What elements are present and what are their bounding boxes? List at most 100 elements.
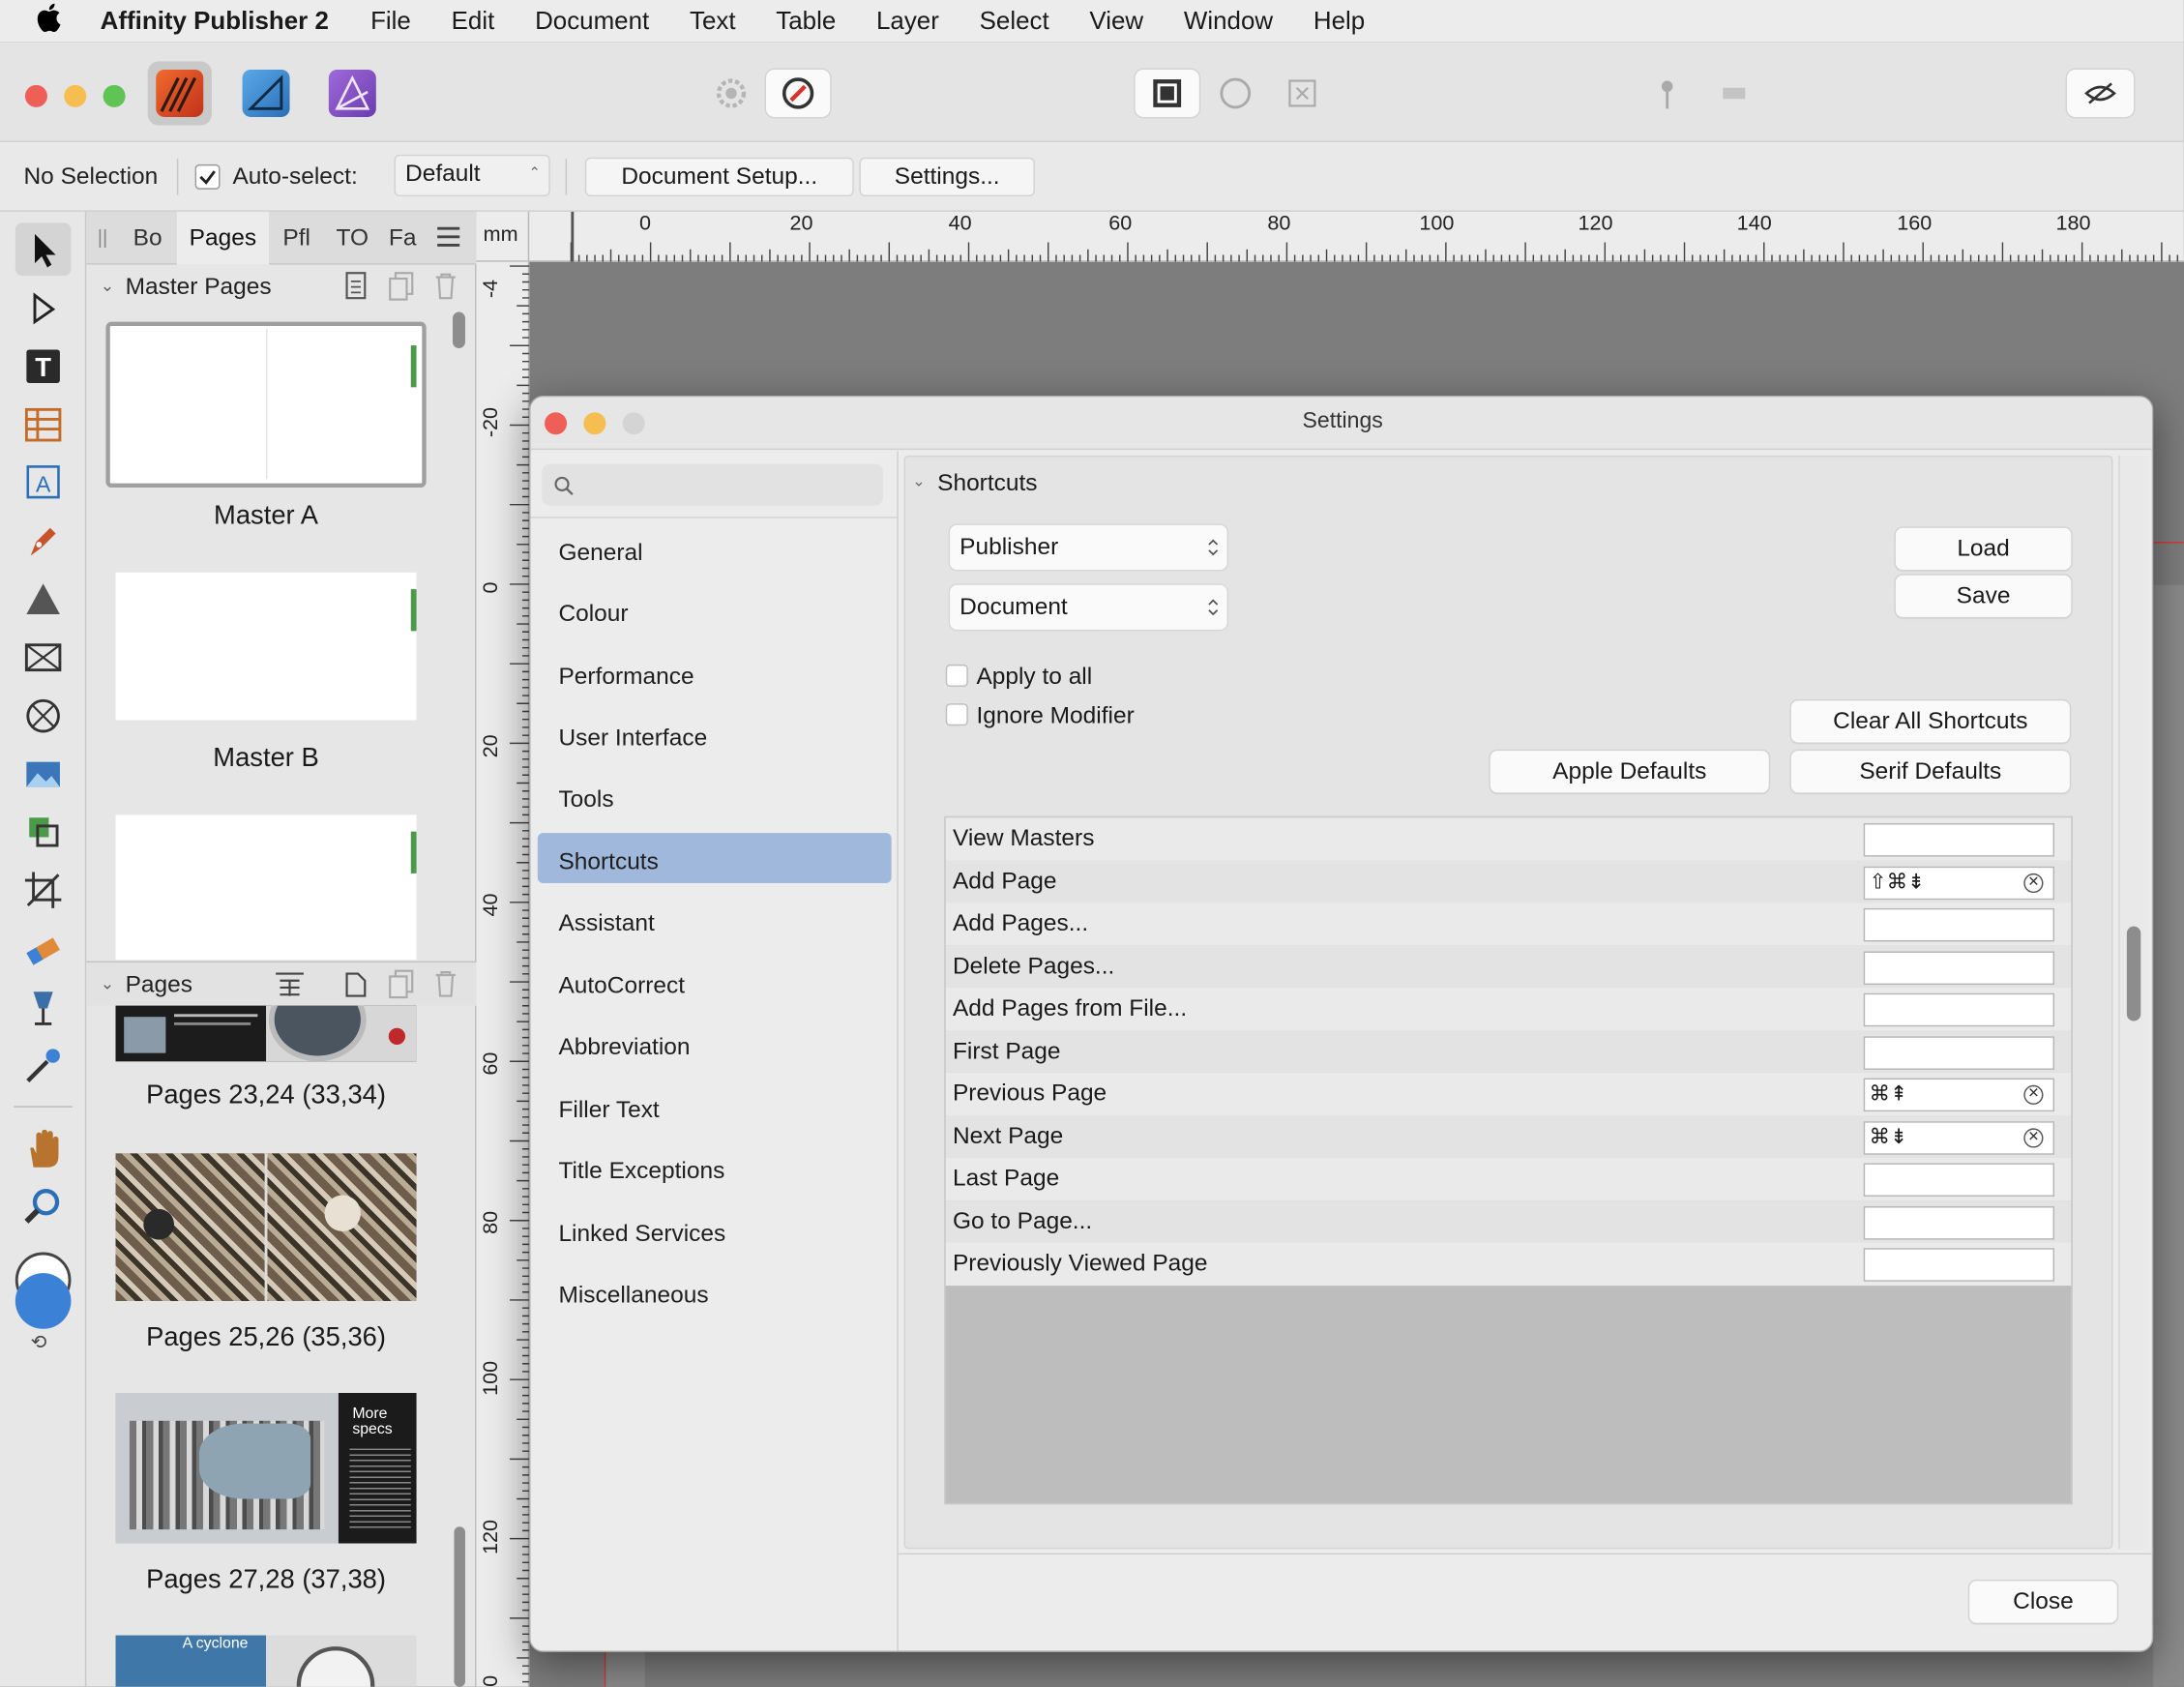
- clear-shortcut-icon[interactable]: ✕: [2023, 1127, 2044, 1147]
- shortcut-key-field[interactable]: [1863, 907, 2054, 942]
- dialog-scrollbar[interactable]: [2126, 926, 2141, 1021]
- pages-scrollbar[interactable]: [454, 1526, 465, 1687]
- sidebar-item-autocorrect[interactable]: AutoCorrect: [558, 972, 685, 1000]
- picture-frame-tool-icon[interactable]: [19, 634, 67, 681]
- sidebar-item-performance[interactable]: Performance: [558, 663, 694, 691]
- sidebar-item-tools[interactable]: Tools: [558, 785, 613, 814]
- app-menu[interactable]: Affinity Publisher 2: [101, 6, 329, 35]
- sidebar-item-miscellaneous[interactable]: Miscellaneous: [558, 1282, 708, 1310]
- shortcut-row[interactable]: View Masters: [945, 817, 2072, 861]
- sidebar-item-linked-services[interactable]: Linked Services: [558, 1220, 725, 1248]
- zoom-tool-icon[interactable]: [19, 1183, 67, 1230]
- master-b-thumbnail[interactable]: [115, 572, 417, 721]
- menu-help[interactable]: Help: [1313, 6, 1365, 35]
- frame-text-tool-icon[interactable]: T: [19, 342, 67, 390]
- section-chevron-icon[interactable]: ⌄: [912, 472, 925, 490]
- tab-pages[interactable]: Pages: [176, 211, 269, 265]
- normal-view-icon[interactable]: [1135, 70, 1199, 117]
- snapping-icon[interactable]: [1713, 70, 1755, 117]
- autoselect-checkbox[interactable]: [194, 163, 221, 190]
- transparency-tool-icon[interactable]: [19, 984, 67, 1031]
- shape-tool-icon[interactable]: [19, 576, 67, 623]
- photo-persona-icon[interactable]: [320, 61, 384, 125]
- crop-tool-icon[interactable]: [19, 867, 67, 914]
- search-field[interactable]: [542, 463, 883, 506]
- designer-persona-icon[interactable]: [234, 61, 298, 125]
- menu-table[interactable]: Table: [776, 6, 836, 35]
- master-a-thumbnail[interactable]: [105, 321, 427, 488]
- menu-edit[interactable]: Edit: [452, 6, 495, 35]
- master-scrollbar[interactable]: [453, 311, 465, 348]
- shortcut-row[interactable]: Previously Viewed Page: [945, 1242, 2072, 1286]
- tab-fa[interactable]: Fa: [382, 212, 424, 265]
- window-close-button[interactable]: [24, 84, 47, 107]
- shortcut-key-field[interactable]: [1863, 1163, 2054, 1197]
- shortcut-row[interactable]: Delete Pages...: [945, 945, 2072, 988]
- preview-icon[interactable]: [2066, 70, 2135, 117]
- shortcut-row[interactable]: Add Page ⇧⌘⇟ ✕: [945, 860, 2072, 903]
- clear-all-shortcuts-button[interactable]: Clear All Shortcuts: [1790, 700, 2070, 743]
- document-setup-button[interactable]: Document Setup...: [584, 157, 854, 197]
- shortcut-row[interactable]: First Page: [945, 1029, 2072, 1073]
- page-thumbnail[interactable]: [115, 1153, 417, 1301]
- artistic-text-tool-icon[interactable]: A: [19, 459, 67, 506]
- sidebar-item-abbreviation[interactable]: Abbreviation: [558, 1033, 690, 1061]
- page-thumbnail[interactable]: A cyclone: [115, 1635, 417, 1687]
- shortcut-key-field[interactable]: [1863, 823, 2054, 857]
- clipped-view-icon[interactable]: [1282, 70, 1323, 117]
- shortcut-row[interactable]: Last Page: [945, 1157, 2072, 1200]
- apple-icon[interactable]: [36, 3, 70, 39]
- collapse-chevron-icon[interactable]: ⌄: [101, 974, 114, 993]
- delete-master-icon[interactable]: [431, 270, 459, 308]
- serif-defaults-button[interactable]: Serif Defaults: [1790, 751, 2070, 793]
- table-tool-icon[interactable]: [19, 401, 67, 449]
- sidebar-item-filler-text[interactable]: Filler Text: [558, 1096, 659, 1124]
- menu-view[interactable]: View: [1089, 6, 1143, 35]
- sidebar-item-general[interactable]: General: [558, 539, 642, 567]
- move-tool-icon[interactable]: [19, 225, 67, 273]
- shortcut-key-field[interactable]: [1863, 1035, 2054, 1070]
- insert-master-icon[interactable]: [342, 270, 370, 308]
- apply-to-all-checkbox[interactable]: [945, 664, 968, 687]
- shortcut-key-field[interactable]: ⇧⌘⇟ ✕: [1863, 865, 2054, 900]
- menu-document[interactable]: Document: [535, 6, 649, 35]
- sidebar-item-assistant[interactable]: Assistant: [558, 909, 654, 937]
- duplicate-master-icon[interactable]: [387, 270, 415, 308]
- page-options-icon[interactable]: [273, 968, 307, 1006]
- place-image-tool-icon[interactable]: [19, 751, 67, 798]
- swap-colors-icon[interactable]: ⟲: [31, 1330, 47, 1353]
- page-thumbnail[interactable]: [115, 1005, 417, 1062]
- search-input[interactable]: [580, 469, 873, 500]
- settings-button[interactable]: Settings...: [859, 157, 1035, 197]
- publisher-persona-icon[interactable]: [147, 61, 212, 126]
- shortcut-key-field[interactable]: [1863, 992, 2054, 1027]
- tab-pfl[interactable]: Pfl: [273, 212, 320, 265]
- shortcut-key-field[interactable]: ⌘⇞ ✕: [1863, 1078, 2054, 1112]
- window-minimize-button[interactable]: [64, 84, 87, 107]
- save-button[interactable]: Save: [1895, 575, 2072, 617]
- assistant-icon[interactable]: [766, 70, 831, 117]
- menu-text[interactable]: Text: [690, 6, 736, 35]
- tab-bo[interactable]: Bo: [123, 212, 173, 265]
- menu-window[interactable]: Window: [1184, 6, 1273, 35]
- panel-menu-icon[interactable]: [434, 222, 462, 257]
- shortcut-key-field[interactable]: [1863, 1205, 2054, 1239]
- menu-layer[interactable]: Layer: [876, 6, 939, 35]
- menu-select[interactable]: Select: [980, 6, 1049, 35]
- apple-defaults-button[interactable]: Apple Defaults: [1490, 751, 1769, 793]
- shortcut-key-field[interactable]: [1863, 1248, 2054, 1282]
- window-zoom-button[interactable]: [103, 84, 126, 107]
- shortcut-row[interactable]: Next Page ⌘⇟ ✕: [945, 1114, 2072, 1158]
- master-c-thumbnail[interactable]: [115, 814, 417, 961]
- app-popup[interactable]: Publisher: [950, 524, 1227, 570]
- clear-shortcut-icon[interactable]: ✕: [2023, 873, 2044, 893]
- shortcut-row[interactable]: Add Pages...: [945, 903, 2072, 946]
- color-picker-tool-icon[interactable]: [19, 1042, 67, 1089]
- sidebar-item-shortcuts[interactable]: Shortcuts: [558, 848, 658, 876]
- ellipse-frame-tool-icon[interactable]: [19, 693, 67, 740]
- clear-shortcut-icon[interactable]: ✕: [2023, 1084, 2044, 1105]
- insert-page-icon[interactable]: [342, 968, 370, 1006]
- bleed-view-icon[interactable]: [1215, 70, 1256, 117]
- close-button[interactable]: Close: [1969, 1581, 2117, 1623]
- pen-tool-icon[interactable]: [19, 517, 67, 564]
